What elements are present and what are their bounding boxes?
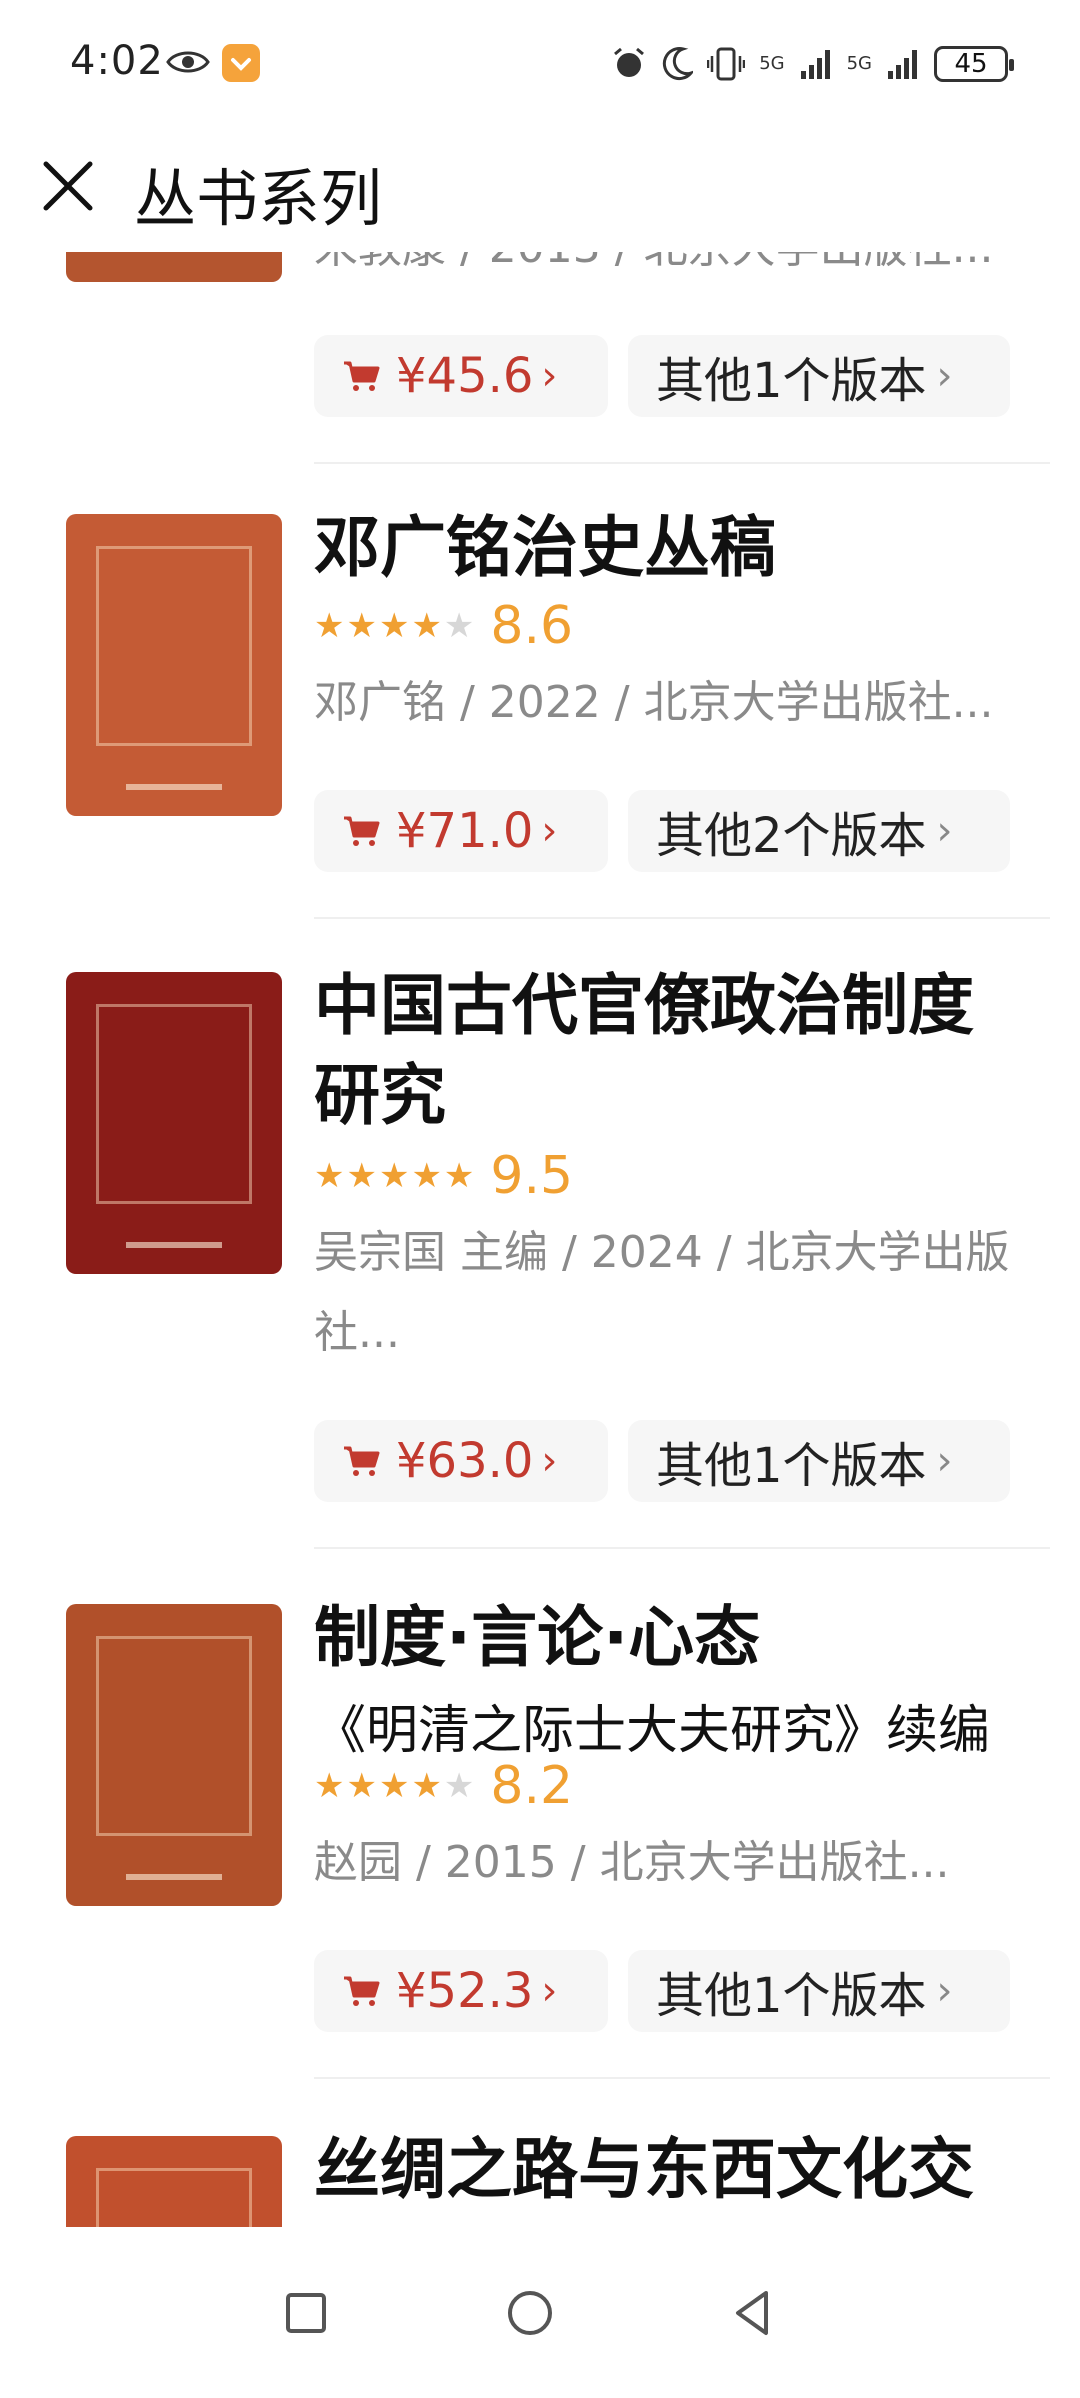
book-title[interactable]: 邓广铭治史丛稿 [314,500,1054,596]
star-rating-icon: ★★★★★ [314,1766,477,1806]
book-cover[interactable] [66,972,282,1274]
buy-button[interactable]: ¥63.0 › [314,1420,608,1502]
status-icons: 5G 5G 45 [611,42,1014,86]
star-rating-icon: ★★★★★ [314,1156,477,1196]
battery-icon: 45 [934,46,1014,82]
signal-5g-1: 5G [759,53,785,74]
cart-icon [344,1976,380,2006]
app-notification-icon [222,44,260,82]
star-rating-icon: ★★★★★ [314,606,477,646]
navigation-bar [0,2227,1080,2398]
cart-icon [344,816,380,846]
book-meta: 宋敦康 / 2013 / 北京大学出版社... [314,252,1054,272]
square-icon[interactable] [276,2283,336,2343]
signal-5g-2: 5G [846,53,872,74]
buy-button[interactable]: ¥45.6 › [314,335,608,417]
book-title[interactable]: 制度·言论·心态 [314,1590,1054,1686]
cart-icon [344,1446,380,1476]
book-meta-line2: 社... [314,1307,400,1358]
divider [314,462,1050,464]
rating: ★★★★★ 9.5 [314,1146,573,1206]
chevron-right-icon: › [936,1438,953,1484]
book-cover[interactable] [66,514,282,816]
book-list[interactable]: 宋敦康 / 2013 / 北京大学出版社... ¥45.6 › 其他1个版本 ›… [0,252,1080,2227]
status-bar: 4:02 5G 5G 45 [0,0,1080,130]
eye-icon [166,51,210,73]
rating-value: 9.5 [490,1146,574,1206]
header: 丛书系列 [0,130,1080,252]
buy-button[interactable]: ¥71.0 › [314,790,608,872]
chevron-right-icon: › [541,1438,558,1484]
divider [314,1547,1050,1549]
chevron-right-icon: › [936,353,953,399]
book-subtitle: 《明清之际士大夫研究》续编 [314,1701,991,1761]
book-meta-line1: 吴宗国 主编 / 2024 / 北京大学出版 [314,1227,1010,1278]
status-time: 4:02 [70,38,164,84]
moon-icon [663,47,694,81]
chevron-right-icon: › [541,1968,558,2014]
other-versions-button[interactable]: 其他1个版本 › [628,335,1010,417]
book-cover[interactable] [66,1604,282,1906]
rating-value: 8.2 [490,1756,574,1816]
rating: ★★★★★ 8.6 [314,596,573,656]
cart-icon [344,361,380,391]
vibrate-icon [707,47,746,81]
chevron-right-icon: › [936,1968,953,2014]
price: ¥52.3 [396,1963,534,2019]
circle-icon[interactable] [500,2283,560,2343]
versions-label: 其他2个版本 [656,808,927,864]
rating-value: 8.6 [490,596,574,656]
book-cover[interactable] [66,2136,282,2227]
book-title[interactable]: 丝绸之路与东西文化交 [314,2122,1054,2218]
book-title-line1[interactable]: 中国古代官僚政治制度 [314,958,1054,1054]
chevron-right-icon: › [541,353,558,399]
other-versions-button[interactable]: 其他1个版本 › [628,1950,1010,2032]
book-meta: 邓广铭 / 2022 / 北京大学出版社... [314,677,994,728]
rating: ★★★★★ 8.2 [314,1756,573,1816]
page-title: 丛书系列 [134,162,383,235]
price: ¥71.0 [396,803,534,859]
other-versions-button[interactable]: 其他1个版本 › [628,1420,1010,1502]
book-title-line2[interactable]: 研究 [314,1048,1054,1144]
price: ¥45.6 [396,348,534,404]
close-icon[interactable] [36,154,100,218]
versions-label: 其他1个版本 [656,353,927,409]
versions-label: 其他1个版本 [656,1968,927,2024]
book-meta: 赵园 / 2015 / 北京大学出版社... [314,1837,950,1888]
triangle-back-icon[interactable] [724,2283,784,2343]
chevron-right-icon: › [936,808,953,854]
alarm-icon [614,47,645,77]
divider [314,2077,1050,2079]
price: ¥63.0 [396,1433,534,1489]
buy-button[interactable]: ¥52.3 › [314,1950,608,2032]
signal-bars-icon [888,50,917,79]
book-cover[interactable] [66,252,282,282]
divider [314,917,1050,919]
versions-label: 其他1个版本 [656,1438,927,1494]
other-versions-button[interactable]: 其他2个版本 › [628,790,1010,872]
chevron-right-icon: › [541,808,558,854]
signal-bars-icon [800,50,830,79]
